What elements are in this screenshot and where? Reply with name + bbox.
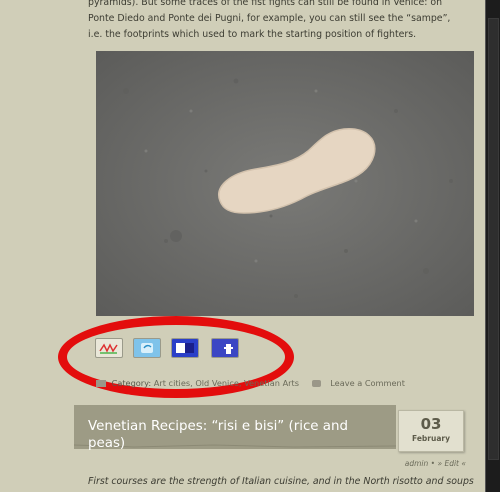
page-scrollbar[interactable] — [485, 0, 500, 492]
date-day: 03 — [420, 415, 442, 433]
folder-icon — [96, 380, 106, 387]
post-meta: Category: Art cities, Old Venice, Veneti… — [96, 378, 405, 388]
post-title-link[interactable]: Venetian Recipes: “risi e bisi” (rice an… — [88, 418, 388, 452]
category-prefix: Category: — [111, 378, 152, 388]
scrollbar-thumb[interactable] — [488, 18, 499, 460]
post-excerpt: First courses are the strength of Italia… — [88, 476, 474, 487]
post-byline[interactable]: admin • » Edit « — [405, 459, 466, 468]
blog-page: pyramids). But some traces of the fist f… — [0, 0, 500, 492]
article-line: pyramids). But some traces of the fist f… — [88, 0, 443, 8]
date-month: February — [412, 434, 450, 443]
leave-comment-link[interactable]: Leave a Comment — [330, 378, 405, 388]
category-links[interactable]: Art cities, Old Venice, Venetian Arts — [154, 378, 299, 388]
article-text: pyramids). But some traces of the fist f… — [88, 0, 468, 43]
article-line: Ponte Diedo and Ponte dei Pugni, for exa… — [88, 13, 451, 24]
comment-icon — [311, 380, 321, 387]
date-badge: 03 February — [398, 410, 464, 452]
article-line: i.e. the footprints which used to mark t… — [88, 29, 417, 40]
footprint-photo — [96, 51, 474, 316]
